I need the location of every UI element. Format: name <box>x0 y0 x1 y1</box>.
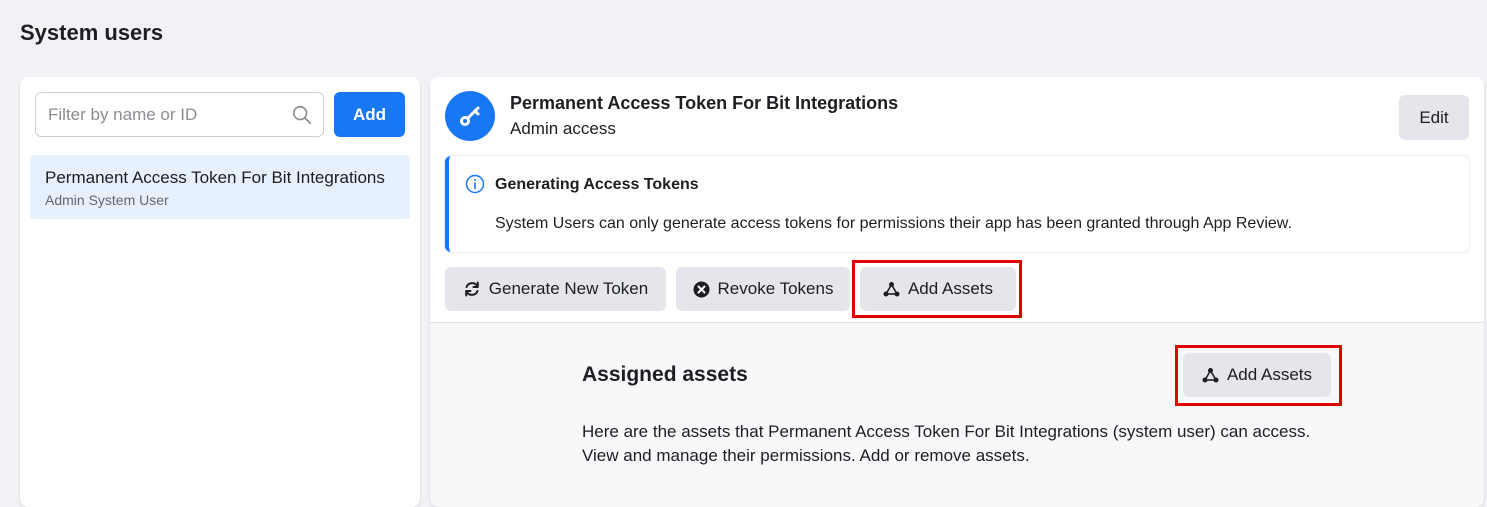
user-role: Admin access <box>510 119 616 138</box>
highlight-box <box>1175 345 1342 406</box>
avatar <box>445 91 495 141</box>
user-detail-panel: Permanent Access Token For Bit Integrati… <box>430 77 1484 507</box>
revoke-tokens-button[interactable]: Revoke Tokens <box>676 267 850 311</box>
info-icon <box>465 174 485 194</box>
description-line: View and manage their permissions. Add o… <box>582 446 1030 465</box>
notice-body: System Users can only generate access to… <box>495 215 1292 232</box>
assigned-assets-title: Assigned assets <box>582 363 748 386</box>
generate-token-button[interactable]: Generate New Token <box>445 267 666 311</box>
close-circle-icon <box>693 281 710 297</box>
user-item-role: Admin System User <box>45 192 169 208</box>
key-icon <box>460 106 480 126</box>
info-notice: Generating Access Tokens System Users ca… <box>445 156 1469 252</box>
notice-title: Generating Access Tokens <box>495 176 699 193</box>
revoke-tokens-label: Revoke Tokens <box>717 279 834 298</box>
assigned-assets-description: Here are the assets that Permanent Acces… <box>582 420 1362 468</box>
user-list-panel: Add Permanent Access Token For Bit Integ… <box>20 77 420 507</box>
edit-button[interactable]: Edit <box>1399 95 1469 140</box>
search-input[interactable] <box>48 93 288 136</box>
add-user-button[interactable]: Add <box>334 92 405 137</box>
refresh-icon <box>464 281 479 297</box>
page-title: System users <box>20 20 164 45</box>
user-list-item[interactable]: Permanent Access Token For Bit Integrati… <box>30 155 410 219</box>
search-field[interactable] <box>35 92 324 137</box>
highlight-box <box>852 260 1022 318</box>
description-line: Here are the assets that Permanent Acces… <box>582 422 1311 441</box>
search-icon[interactable] <box>291 104 313 126</box>
user-item-name: Permanent Access Token For Bit Integrati… <box>45 168 385 187</box>
generate-token-label: Generate New Token <box>488 279 649 298</box>
user-name: Permanent Access Token For Bit Integrati… <box>510 93 899 113</box>
